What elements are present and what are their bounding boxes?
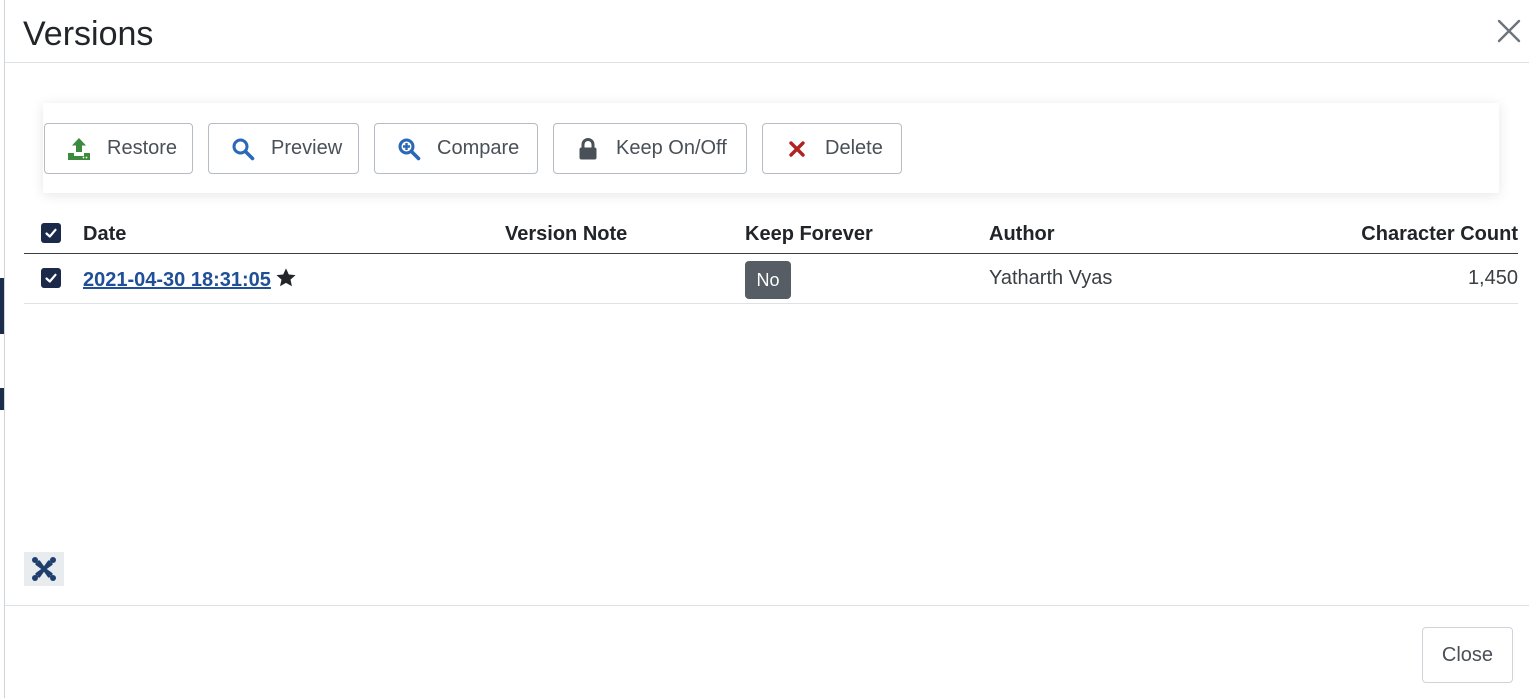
modal-close-button[interactable] [1494, 16, 1524, 46]
restore-button[interactable]: Restore [44, 123, 193, 174]
upload-icon [67, 137, 91, 161]
keep-forever-badge[interactable]: No [745, 261, 791, 299]
column-header-date[interactable]: Date [83, 223, 126, 246]
column-header-version-note[interactable]: Version Note [505, 223, 627, 246]
row-checkbox[interactable] [41, 268, 61, 288]
zoom-in-icon [397, 137, 421, 161]
delete-button[interactable]: Delete [762, 123, 902, 174]
compare-button[interactable]: Compare [374, 123, 538, 174]
author-cell: Yatharth Vyas [989, 267, 1113, 289]
preview-button[interactable]: Preview [208, 123, 359, 174]
restore-label: Restore [107, 137, 178, 159]
star-icon [276, 268, 296, 287]
preview-label: Preview [271, 137, 343, 159]
compare-label: Compare [437, 137, 520, 159]
select-all-checkbox[interactable] [41, 223, 61, 243]
delete-label: Delete [825, 137, 883, 159]
modal-header: Versions [5, 0, 1529, 63]
column-header-character-count[interactable]: Character Count [1361, 223, 1518, 246]
joomla-logo [24, 552, 64, 586]
column-header-author[interactable]: Author [989, 223, 1055, 246]
keep-on-off-button[interactable]: Keep On/Off [553, 123, 747, 174]
check-icon [45, 273, 57, 283]
check-icon [45, 228, 57, 238]
versions-modal: Versions Restore Preview Compare Keep On… [4, 0, 1529, 698]
lock-icon [576, 137, 600, 161]
versions-toolbar: Restore Preview Compare Keep On/Off Dele… [43, 103, 1499, 193]
close-icon [1497, 19, 1521, 43]
joomla-icon [32, 557, 56, 581]
times-icon [785, 137, 809, 161]
modal-title: Versions [23, 15, 154, 53]
versions-table: Date Version Note Keep Forever Author Ch… [24, 215, 1518, 304]
column-header-keep-forever[interactable]: Keep Forever [745, 223, 873, 246]
close-button[interactable]: Close [1422, 627, 1513, 683]
version-date-cell: 2021-04-30 18:31:05 [83, 267, 297, 292]
table-row: 2021-04-30 18:31:05 No Yatharth Vyas 1,4… [24, 254, 1518, 304]
character-count-cell: 1,450 [1467, 267, 1518, 289]
modal-footer: Close [5, 605, 1529, 698]
keep-on-off-label: Keep On/Off [616, 137, 727, 159]
version-date-link[interactable]: 2021-04-30 18:31:05 [83, 269, 271, 291]
table-header-row: Date Version Note Keep Forever Author Ch… [24, 215, 1518, 254]
search-icon [231, 137, 255, 161]
